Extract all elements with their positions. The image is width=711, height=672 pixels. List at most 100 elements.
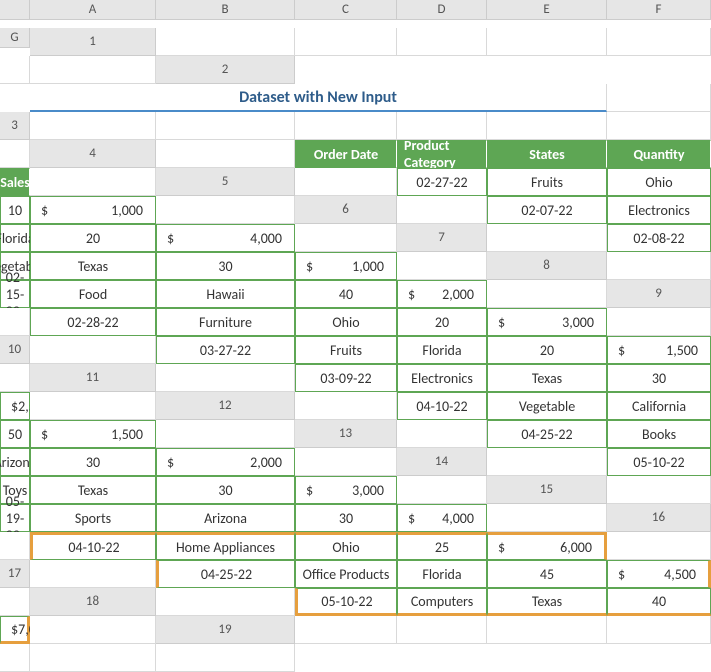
cell-empty[interactable] (607, 84, 711, 112)
column-header-B[interactable]: B (156, 0, 295, 20)
cell-product-category[interactable]: Computers (397, 588, 487, 616)
table-header-states[interactable]: States (487, 140, 607, 168)
cell-product-category[interactable]: Food (30, 280, 156, 308)
cell-order-date[interactable]: 02-08-22 (607, 224, 711, 252)
row-header-2[interactable]: 2 (156, 56, 295, 84)
cell-states[interactable]: Texas (487, 364, 607, 392)
cell-sales[interactable]: $2,000 (156, 448, 295, 476)
cell-states[interactable]: Ohio (295, 308, 397, 336)
cell-quantity[interactable]: 50 (0, 420, 30, 448)
cell-empty[interactable] (156, 112, 295, 140)
cell-empty[interactable] (397, 476, 487, 504)
cell-empty[interactable] (607, 476, 711, 504)
cell-order-date[interactable]: 04-10-22 (30, 532, 156, 560)
cell-empty[interactable] (0, 56, 30, 84)
cell-sales[interactable]: $1,500 (30, 420, 156, 448)
row-header-7[interactable]: 7 (397, 224, 487, 252)
cell-states[interactable]: Arizona (156, 504, 295, 532)
row-header-17[interactable]: 17 (0, 560, 30, 588)
cell-sales[interactable]: $4,500 (607, 560, 711, 588)
cell-empty[interactable] (295, 224, 397, 252)
row-header-12[interactable]: 12 (156, 392, 295, 420)
cell-empty[interactable] (295, 392, 397, 420)
cell-product-category[interactable]: Fruits (487, 168, 607, 196)
cell-sales[interactable]: $3,000 (295, 476, 397, 504)
column-header-A[interactable]: A (30, 0, 156, 20)
cell-empty[interactable] (487, 616, 607, 644)
cell-empty[interactable] (487, 280, 607, 308)
column-header-C[interactable]: C (295, 0, 397, 20)
row-header-13[interactable]: 13 (295, 420, 397, 448)
column-header-G[interactable]: G (0, 28, 30, 48)
cell-product-category[interactable]: Fruits (295, 336, 397, 364)
cell-sales[interactable]: $1,000 (295, 252, 397, 280)
cell-sales[interactable]: $4,000 (397, 504, 487, 532)
cell-order-date[interactable]: 05-10-22 (607, 448, 711, 476)
cell-product-category[interactable]: Electronics (607, 196, 711, 224)
cell-empty[interactable] (295, 28, 397, 56)
cell-empty[interactable] (397, 112, 487, 140)
cell-empty[interactable] (156, 588, 295, 616)
column-header-D[interactable]: D (397, 0, 487, 20)
cell-quantity[interactable]: 10 (0, 196, 30, 224)
cell-order-date[interactable]: 02-27-22 (397, 168, 487, 196)
cell-states[interactable]: Arizona (0, 448, 30, 476)
cell-empty[interactable] (0, 140, 30, 168)
cell-quantity[interactable]: 40 (607, 588, 711, 616)
cell-quantity[interactable]: 20 (397, 308, 487, 336)
cell-empty[interactable] (30, 56, 156, 84)
cell-states[interactable]: Ohio (607, 168, 711, 196)
cell-order-date[interactable]: 02-15-22 (0, 280, 30, 308)
row-header-4[interactable]: 4 (30, 140, 156, 168)
row-header-18[interactable]: 18 (30, 588, 156, 616)
row-header-11[interactable]: 11 (30, 364, 156, 392)
cell-sales[interactable]: $1,000 (30, 196, 156, 224)
cell-empty[interactable] (156, 28, 295, 56)
cell-empty[interactable] (156, 196, 295, 224)
cell-states[interactable]: Texas (30, 476, 156, 504)
cell-empty[interactable] (30, 112, 156, 140)
cell-states[interactable]: Florida (397, 336, 487, 364)
table-header-product_category[interactable]: Product Category (397, 140, 487, 168)
row-header-16[interactable]: 16 (607, 504, 711, 532)
cell-empty[interactable] (30, 336, 156, 364)
cell-quantity[interactable]: 30 (295, 504, 397, 532)
cell-states[interactable]: Florida (0, 224, 30, 252)
row-header-9[interactable]: 9 (607, 280, 711, 308)
cell-states[interactable]: Hawaii (156, 280, 295, 308)
cell-product-category[interactable]: Home Appliances (156, 532, 295, 560)
cell-empty[interactable] (295, 168, 397, 196)
cell-empty[interactable] (295, 616, 397, 644)
row-header-5[interactable]: 5 (156, 168, 295, 196)
cell-empty[interactable] (0, 532, 30, 560)
cell-order-date[interactable]: 05-10-22 (295, 588, 397, 616)
cell-product-category[interactable]: Sports (30, 504, 156, 532)
cell-order-date[interactable]: 04-25-22 (156, 560, 295, 588)
cell-empty[interactable] (30, 392, 156, 420)
cell-empty[interactable] (156, 364, 295, 392)
cell-empty[interactable] (156, 420, 295, 448)
cell-empty[interactable] (397, 28, 487, 56)
cell-empty[interactable] (397, 616, 487, 644)
corner-cell[interactable] (0, 0, 30, 20)
cell-quantity[interactable]: 25 (397, 532, 487, 560)
cell-sales[interactable]: $4,000 (156, 224, 295, 252)
cell-empty[interactable] (30, 560, 156, 588)
cell-empty[interactable] (156, 140, 295, 168)
cell-order-date[interactable]: 03-09-22 (295, 364, 397, 392)
cell-empty[interactable] (607, 28, 711, 56)
cell-order-date[interactable]: 02-28-22 (30, 308, 156, 336)
cell-product-category[interactable]: Vegetable (487, 392, 607, 420)
cell-sales[interactable]: $1,500 (607, 336, 711, 364)
cell-order-date[interactable]: 05-19-22 (0, 504, 30, 532)
cell-sales[interactable]: $2,500 (0, 392, 30, 420)
cell-order-date[interactable]: 04-25-22 (487, 420, 607, 448)
cell-empty[interactable] (397, 420, 487, 448)
cell-empty[interactable] (397, 196, 487, 224)
column-header-E[interactable]: E (487, 0, 607, 20)
cell-empty[interactable] (487, 224, 607, 252)
cell-sales[interactable]: $6,000 (487, 532, 607, 560)
cell-product-category[interactable]: Electronics (397, 364, 487, 392)
table-header-sales[interactable]: Sales (0, 168, 30, 196)
row-header-1[interactable]: 1 (30, 28, 156, 56)
